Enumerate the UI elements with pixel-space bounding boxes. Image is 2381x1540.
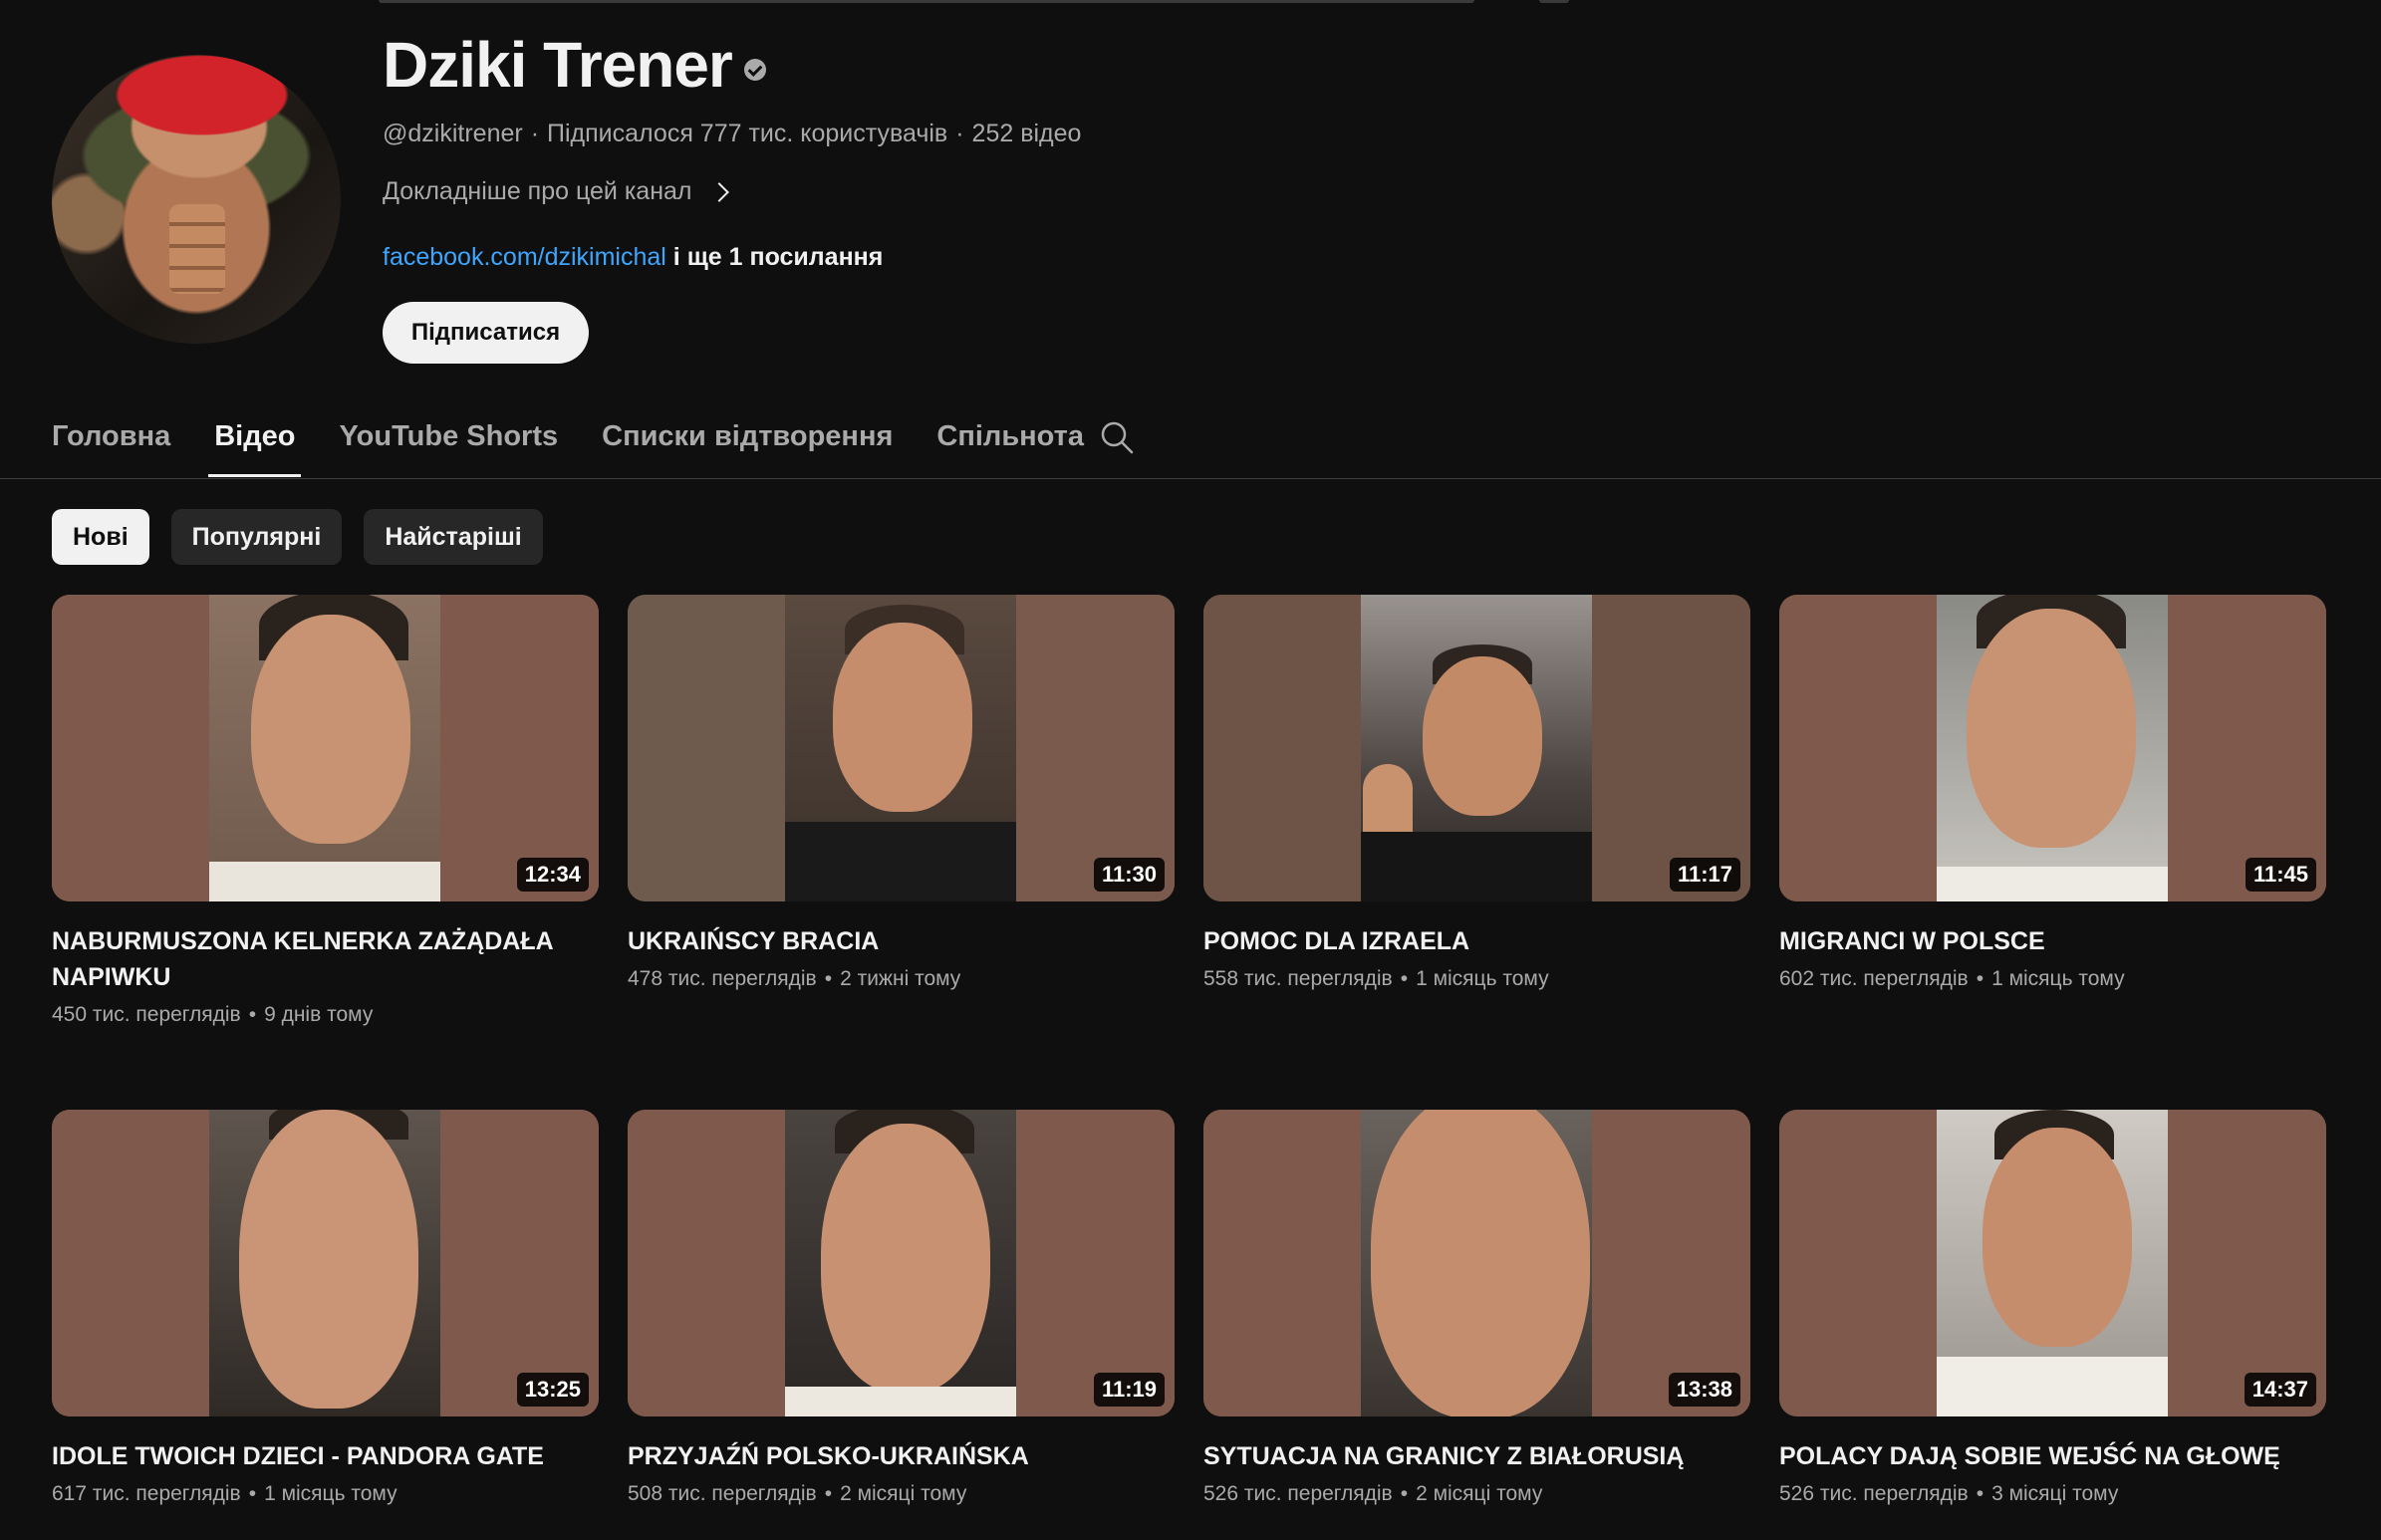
tab-videos[interactable]: Відео — [208, 418, 302, 478]
video-meta: 478 тис. переглядів • 2 тижні тому — [628, 967, 961, 990]
avatar-photo-detail — [169, 204, 225, 294]
video-thumbnail[interactable]: 11:19 — [628, 1110, 1175, 1416]
video-title[interactable]: UKRAIŃSCY BRACIA — [628, 923, 1175, 959]
video-views: 617 тис. переглядів — [52, 1482, 241, 1505]
video-thumbnail[interactable]: 12:34 — [52, 595, 599, 901]
video-views: 508 тис. переглядів — [628, 1482, 817, 1505]
channel-meta: @dzikitrener · Підписалося 777 тис. корист… — [383, 120, 1082, 147]
more-links[interactable]: і ще 1 посилання — [673, 243, 884, 271]
top-search-bar-edge — [379, 0, 1474, 3]
video-meta: 617 тис. переглядів • 1 місяць тому — [52, 1482, 397, 1505]
video-card[interactable]: 13:38 SYTUACJA NA GRANICY Z BIAŁORUSIĄ 5… — [1203, 1110, 1750, 1506]
video-age: 3 місяці тому — [1991, 1482, 2119, 1505]
tab-shorts[interactable]: YouTube Shorts — [339, 418, 558, 478]
video-title[interactable]: PRZYJAŹŃ POLSKO-UKRAIŃSKA — [628, 1438, 1175, 1474]
video-age: 1 місяць тому — [1991, 967, 2125, 990]
video-duration: 12:34 — [516, 858, 589, 892]
search-icon[interactable] — [1100, 420, 1134, 454]
video-views: 526 тис. переглядів — [1203, 1482, 1393, 1505]
video-views: 478 тис. переглядів — [628, 967, 817, 990]
video-card[interactable]: 11:30 UKRAIŃSCY BRACIA 478 тис. перегляд… — [628, 595, 1175, 991]
about-channel-link[interactable]: Докладніше про цей канал — [383, 177, 729, 206]
about-label: Докладніше про цей канал — [383, 177, 692, 205]
video-card[interactable]: 11:19 PRZYJAŹŃ POLSKO-UKRAIŃSKA 508 тис.… — [628, 1110, 1175, 1506]
video-card[interactable]: 14:37 POLACY DAJĄ SOBIE WEJŚĆ NA GŁOWĘ 5… — [1779, 1110, 2326, 1506]
video-duration: 11:30 — [1093, 858, 1165, 892]
video-age: 2 місяці тому — [1416, 1482, 1543, 1505]
video-title[interactable]: POLACY DAJĄ SOBIE WEJŚĆ NA GŁOWĘ — [1779, 1438, 2326, 1474]
video-age: 1 місяць тому — [1416, 967, 1549, 990]
verified-check-icon — [743, 59, 766, 81]
video-views: 450 тис. переглядів — [52, 1003, 241, 1026]
facebook-link[interactable]: facebook.com/dzikimichal — [383, 243, 666, 271]
tab-playlists[interactable]: Списки відтворення — [602, 418, 893, 478]
video-age: 2 тижні тому — [840, 967, 961, 990]
video-title[interactable]: SYTUACJA NA GRANICY Z BIAŁORUSIĄ — [1203, 1438, 1750, 1474]
video-thumbnail[interactable]: 11:45 — [1779, 595, 2326, 901]
video-views: 558 тис. переглядів — [1203, 967, 1393, 990]
video-views: 526 тис. переглядів — [1779, 1482, 1969, 1505]
subscribe-button[interactable]: Підписатися — [383, 302, 589, 364]
tab-home[interactable]: Головна — [52, 418, 170, 478]
video-thumbnail[interactable]: 13:38 — [1203, 1110, 1750, 1416]
video-title[interactable]: IDOLE TWOICH DZIECI - PANDORA GATE — [52, 1438, 599, 1474]
video-meta: 508 тис. переглядів • 2 місяці тому — [628, 1482, 967, 1505]
video-meta: 526 тис. переглядів • 3 місяці тому — [1779, 1482, 2119, 1505]
video-duration: 11:19 — [1093, 1373, 1165, 1407]
channel-title: Dziki Trener — [383, 28, 766, 102]
subscriber-count: Підписалося 777 тис. користувачів — [547, 120, 948, 147]
video-age: 2 місяці тому — [840, 1482, 967, 1505]
channel-avatar[interactable] — [52, 55, 341, 344]
video-meta: 450 тис. переглядів • 9 днів тому — [52, 1003, 374, 1026]
video-age: 1 місяць тому — [264, 1482, 397, 1505]
video-thumbnail[interactable]: 11:17 — [1203, 595, 1750, 901]
video-card[interactable]: 11:45 MIGRANCI W POLSCE 602 тис. перегля… — [1779, 595, 2326, 991]
channel-tabs: Головна Відео YouTube Shorts Списки відт… — [52, 418, 1128, 478]
sort-chips: Нові Популярні Найстаріші — [52, 509, 565, 565]
video-age: 9 днів тому — [264, 1003, 374, 1026]
video-title[interactable]: NABURMUSZONA KELNERKA ZAŻĄDAŁA NAPIWKU — [52, 923, 599, 995]
video-card[interactable]: 13:25 IDOLE TWOICH DZIECI - PANDORA GATE… — [52, 1110, 599, 1506]
channel-name-text: Dziki Trener — [383, 29, 733, 101]
video-title[interactable]: MIGRANCI W POLSCE — [1779, 923, 2326, 959]
channel-handle: @dzikitrener — [383, 120, 523, 147]
video-duration: 11:17 — [1669, 858, 1740, 892]
video-count: 252 відео — [971, 120, 1082, 147]
video-duration: 13:38 — [1668, 1373, 1740, 1407]
video-card[interactable]: 11:17 POMOC DLA IZRAELA 558 тис. перегля… — [1203, 595, 1750, 991]
video-meta: 602 тис. переглядів • 1 місяць тому — [1779, 967, 2125, 990]
video-thumbnail[interactable]: 11:30 — [628, 595, 1175, 901]
video-card[interactable]: 12:34 NABURMUSZONA KELNERKA ZAŻĄDAŁA NAP… — [52, 595, 599, 1027]
video-views: 602 тис. переглядів — [1779, 967, 1969, 990]
tabs-divider — [0, 478, 2381, 479]
top-bar-edge — [1539, 0, 1569, 3]
channel-links: facebook.com/dzikimichal і ще 1 посиланн… — [383, 243, 883, 272]
video-duration: 14:37 — [2244, 1373, 2316, 1407]
video-thumbnail[interactable]: 13:25 — [52, 1110, 599, 1416]
video-title[interactable]: POMOC DLA IZRAELA — [1203, 923, 1750, 959]
chevron-right-icon — [708, 181, 729, 202]
video-duration: 13:25 — [516, 1373, 589, 1407]
video-meta: 526 тис. переглядів • 2 місяці тому — [1203, 1482, 1543, 1505]
video-thumbnail[interactable]: 14:37 — [1779, 1110, 2326, 1416]
video-meta: 558 тис. переглядів • 1 місяць тому — [1203, 967, 1549, 990]
chip-popular[interactable]: Популярні — [170, 509, 343, 565]
tab-community[interactable]: Спільнота — [936, 418, 1084, 478]
chip-newest[interactable]: Нові — [52, 509, 149, 565]
video-duration: 11:45 — [2245, 858, 2316, 892]
chip-oldest[interactable]: Найстаріші — [364, 509, 543, 565]
